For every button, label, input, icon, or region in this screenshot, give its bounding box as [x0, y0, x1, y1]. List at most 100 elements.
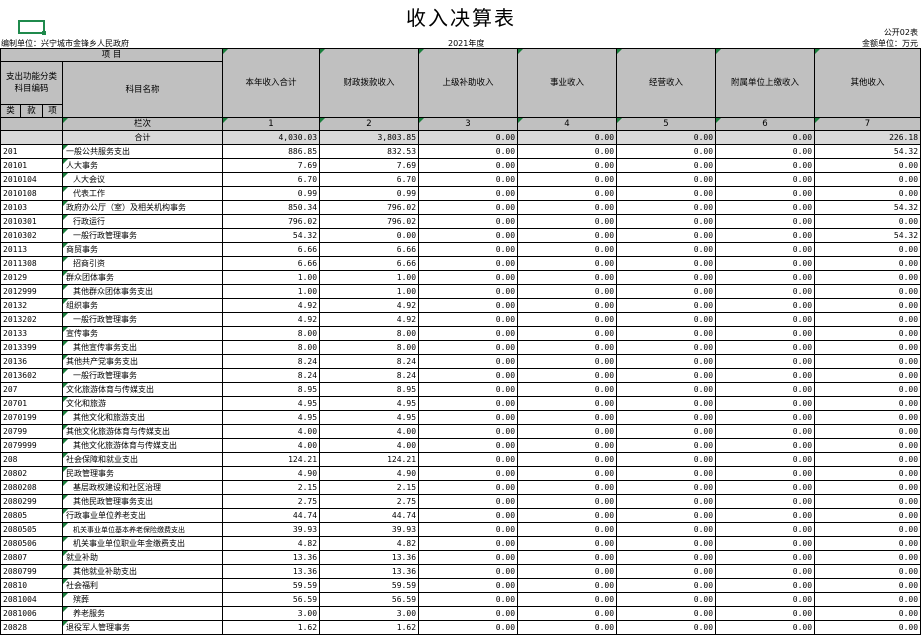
row-value: 0.00 — [715, 340, 816, 355]
row-value: 13.36 — [319, 564, 420, 579]
row-code: 20799 — [0, 424, 63, 439]
row-value: 0.00 — [418, 368, 519, 383]
row-value: 56.59 — [222, 592, 321, 607]
row-value: 0.00 — [418, 200, 519, 215]
row-value: 0.00 — [418, 242, 519, 257]
table-row: 2070199 其他文化和旅游支出 4.95 4.95 0.00 0.00 0.00 0.00… — [0, 410, 922, 425]
table-row: 2079999 其他文化旅游体育与传媒支出 4.00 4.00 0.00 0.00 0.00… — [0, 438, 922, 453]
report-title: 收入决算表 — [406, 6, 516, 30]
row-value: 0.00 — [715, 312, 816, 327]
row-value: 8.00 — [222, 326, 321, 341]
row-value: 8.24 — [319, 368, 420, 383]
row-value: 0.00 — [418, 228, 519, 243]
col-num-1: 1 — [222, 117, 321, 131]
row-value: 0.00 — [715, 410, 816, 425]
row-value: 0.00 — [517, 144, 618, 159]
row-value: 0.00 — [517, 158, 618, 173]
row-value: 0.00 — [517, 382, 618, 397]
table-row: 20810 社会福利 59.59 59.59 0.00 0.00 0.00 0.00 0.00 — [0, 578, 922, 593]
row-value: 1.00 — [319, 284, 420, 299]
row-value: 0.00 — [814, 158, 922, 173]
row-value: 796.02 — [319, 214, 420, 229]
row-subject-name: 其他文化旅游体育与传媒支出 — [61, 438, 224, 453]
row-code: 2010301 — [0, 214, 63, 229]
row-value: 124.21 — [222, 452, 321, 467]
row-code: 20136 — [0, 354, 63, 369]
row-subject-name: 社会福利 — [61, 578, 224, 593]
row-value: 0.00 — [715, 494, 816, 509]
row-code: 2010302 — [0, 228, 63, 243]
col-num-4: 4 — [517, 117, 618, 131]
row-value: 0.00 — [616, 466, 717, 481]
row-subject-name: 殡葬 — [61, 592, 224, 607]
header-col-total: 本年收入合计 — [222, 48, 321, 118]
row-value: 0.00 — [616, 326, 717, 341]
row-value: 4.00 — [222, 438, 321, 453]
row-value: 0.00 — [616, 424, 717, 439]
table-row: 20799 其他文化旅游体育与传媒支出 4.00 4.00 0.00 0.00 0.00 0.… — [0, 424, 922, 439]
table-row: 2010104 人大会议 6.70 6.70 0.00 0.00 0.00 0.00 0.00 — [0, 172, 922, 187]
row-value: 4.95 — [319, 396, 420, 411]
row-value: 0.00 — [517, 186, 618, 201]
table-row: 2010108 代表工作 0.99 0.99 0.00 0.00 0.00 0.00 0.00 — [0, 186, 922, 201]
row-value: 0.00 — [418, 326, 519, 341]
col-num-5: 5 — [616, 117, 717, 131]
row-value: 0.00 — [715, 522, 816, 537]
row-value: 39.93 — [222, 522, 321, 537]
row-value: 0.00 — [616, 158, 717, 173]
row-subject-name: 其他民政管理事务支出 — [61, 494, 224, 509]
row-subject-name: 养老服务 — [61, 606, 224, 621]
row-value: 0.00 — [517, 340, 618, 355]
row-value: 2.15 — [319, 480, 420, 495]
row-value: 0.00 — [616, 284, 717, 299]
row-value: 0.00 — [418, 270, 519, 285]
col-num-6: 6 — [715, 117, 816, 131]
row-value: 0.00 — [418, 606, 519, 621]
row-value: 124.21 — [319, 452, 420, 467]
row-value: 6.70 — [319, 172, 420, 187]
row-value: 796.02 — [222, 214, 321, 229]
row-value: 0.00 — [616, 200, 717, 215]
row-value: 0.00 — [616, 214, 717, 229]
row-value: 0.00 — [517, 354, 618, 369]
row-code: 2079999 — [0, 438, 63, 453]
header-item: 项 目 — [0, 48, 224, 62]
row-value: 0.00 — [814, 410, 922, 425]
table-row: 2013202 一般行政管理事务 4.92 4.92 0.00 0.00 0.00 0.00 0… — [0, 312, 922, 327]
row-subject-name: 机关事业单位职业年金缴费支出 — [61, 536, 224, 551]
row-value: 0.00 — [616, 242, 717, 257]
row-value: 4.00 — [222, 424, 321, 439]
row-value: 0.00 — [517, 522, 618, 537]
row-code: 20103 — [0, 200, 63, 215]
row-value: 8.24 — [319, 354, 420, 369]
row-value: 0.00 — [616, 592, 717, 607]
row-value: 0.00 — [616, 410, 717, 425]
row-value: 39.93 — [319, 522, 420, 537]
row-subject-name: 其他就业补助支出 — [61, 564, 224, 579]
row-value: 0.00 — [814, 368, 922, 383]
row-value: 0.00 — [715, 508, 816, 523]
table-row: 20133 宣传事务 8.00 8.00 0.00 0.00 0.00 0.00 0.00 — [0, 326, 922, 341]
row-value: 0.00 — [715, 354, 816, 369]
row-code: 2080506 — [0, 536, 63, 551]
row-value: 0.00 — [814, 284, 922, 299]
row-code: 2080299 — [0, 494, 63, 509]
table-row: 20101 人大事务 7.69 7.69 0.00 0.00 0.00 0.00 0.00 — [0, 158, 922, 173]
row-value: 0.00 — [616, 186, 717, 201]
row-value: 0.00 — [715, 438, 816, 453]
row-subject-name: 宣传事务 — [61, 326, 224, 341]
spreadsheet-sheet: 收入决算表 公开02表 编制单位：兴宁城市金锋乡人民政府 2021年度 金额单位… — [0, 0, 922, 635]
row-subject-name: 其他宣传事务支出 — [61, 340, 224, 355]
row-value: 1.00 — [319, 270, 420, 285]
row-value: 7.69 — [319, 158, 420, 173]
row-value: 0.00 — [418, 550, 519, 565]
row-value: 0.00 — [418, 452, 519, 467]
row-value: 3.00 — [222, 606, 321, 621]
row-value: 0.00 — [517, 256, 618, 271]
row-value: 0.00 — [715, 578, 816, 593]
row-value: 0.00 — [715, 564, 816, 579]
row-value: 2.75 — [222, 494, 321, 509]
header-lanci: 栏次 — [61, 117, 224, 131]
table-row: 20805 行政事业单位养老支出 44.74 44.74 0.00 0.00 0.00 0.0… — [0, 508, 922, 523]
row-value: 0.00 — [418, 438, 519, 453]
